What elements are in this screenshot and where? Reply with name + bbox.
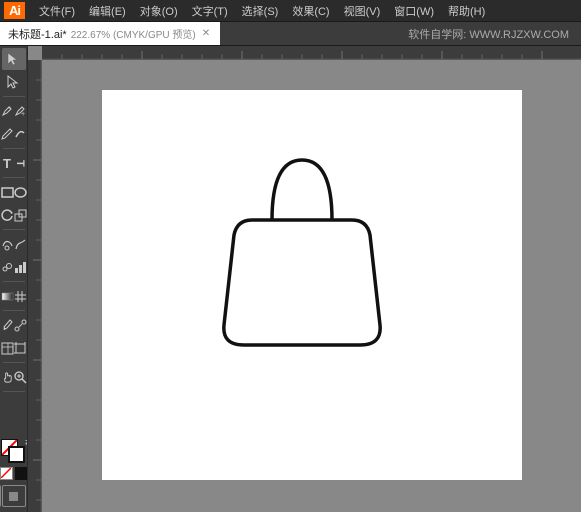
tool-separator-1 bbox=[3, 96, 25, 97]
tool-separator-8 bbox=[3, 391, 25, 392]
tab-close-button[interactable]: ✕ bbox=[200, 28, 212, 39]
screen-mode-normal[interactable] bbox=[0, 485, 1, 507]
tool-pair-gradient bbox=[1, 285, 27, 307]
tool-pair-pencil bbox=[1, 123, 27, 145]
screen-mode-buttons bbox=[0, 485, 28, 510]
tool-pencil[interactable] bbox=[1, 123, 14, 145]
tool-separator-5 bbox=[3, 281, 25, 282]
tab-right-info: 软件自学网: WWW.RJZXW.COM bbox=[396, 22, 581, 45]
artboard bbox=[102, 90, 522, 480]
tool-pair-warp bbox=[1, 233, 27, 255]
tab-detail: 222.67% (CMYK/GPU 预览) bbox=[71, 26, 196, 41]
tool-hand[interactable] bbox=[1, 366, 14, 388]
bag-drawing bbox=[202, 140, 402, 360]
tool-warp[interactable] bbox=[1, 233, 14, 255]
tool-mesh[interactable] bbox=[14, 285, 27, 307]
screen-mode-full-menu[interactable] bbox=[2, 485, 26, 507]
tool-pair-slice bbox=[1, 337, 27, 359]
tool-symbol[interactable] bbox=[1, 256, 14, 278]
tool-rotate[interactable] bbox=[1, 204, 14, 226]
tool-reshape[interactable] bbox=[14, 233, 27, 255]
tool-pen-add[interactable]: + bbox=[14, 100, 27, 122]
tool-zoom[interactable] bbox=[14, 366, 27, 388]
menu-effect[interactable]: 效果(C) bbox=[286, 1, 335, 21]
menu-file[interactable]: 文件(F) bbox=[33, 1, 81, 21]
tool-eyedropper[interactable] bbox=[1, 314, 14, 336]
menu-bar: Ai 文件(F) 编辑(E) 对象(O) 文字(T) 选择(S) 效果(C) 视… bbox=[0, 0, 581, 22]
tool-gradient[interactable] bbox=[1, 285, 14, 307]
tool-pair-symbol bbox=[1, 256, 27, 278]
canvas-area bbox=[28, 46, 581, 512]
tool-separator-2 bbox=[3, 148, 25, 149]
color-boxes[interactable]: ⇄ bbox=[1, 439, 27, 465]
tool-direct-selection[interactable] bbox=[2, 71, 26, 93]
tool-pen[interactable] bbox=[1, 100, 14, 122]
menu-select[interactable]: 选择(S) bbox=[236, 1, 285, 21]
main-area: + T T bbox=[0, 46, 581, 512]
tool-pair-rect bbox=[1, 181, 27, 203]
black-color-button[interactable] bbox=[15, 467, 28, 480]
tool-graph[interactable] bbox=[14, 256, 27, 278]
app-logo: Ai bbox=[4, 2, 25, 19]
tool-artboard[interactable] bbox=[14, 337, 27, 359]
tool-type-vertical[interactable]: T bbox=[14, 152, 27, 174]
color-section: ⇄ bbox=[0, 439, 28, 484]
mini-color-buttons bbox=[0, 467, 28, 480]
tool-pair-type: T T bbox=[1, 152, 27, 174]
tool-type[interactable]: T bbox=[1, 152, 14, 174]
tool-pair-rotate bbox=[1, 204, 27, 226]
tool-selection[interactable] bbox=[2, 48, 26, 70]
tool-separator-3 bbox=[3, 177, 25, 178]
tab-bar: 未标题-1.ai* 222.67% (CMYK/GPU 预览) ✕ 软件自学网:… bbox=[0, 22, 581, 46]
tool-pair-nav bbox=[1, 366, 27, 388]
stroke-color[interactable] bbox=[8, 446, 25, 463]
tool-scale[interactable] bbox=[14, 204, 27, 226]
tool-rectangle[interactable] bbox=[1, 181, 14, 203]
menu-text[interactable]: 文字(T) bbox=[186, 1, 234, 21]
menu-window[interactable]: 窗口(W) bbox=[388, 1, 440, 21]
tab-label: 未标题-1.ai* bbox=[8, 26, 67, 42]
svg-text:+: + bbox=[21, 111, 25, 117]
menu-view[interactable]: 视图(V) bbox=[338, 1, 387, 21]
ruler-left bbox=[28, 60, 42, 512]
tool-blend[interactable] bbox=[14, 314, 27, 336]
menu-edit[interactable]: 编辑(E) bbox=[83, 1, 132, 21]
ruler-top bbox=[42, 46, 581, 60]
tool-pair-pen: + bbox=[1, 100, 27, 122]
tool-separator-4 bbox=[3, 229, 25, 230]
none-color-button[interactable] bbox=[0, 467, 13, 480]
tool-separator-6 bbox=[3, 310, 25, 311]
tool-pair-measure bbox=[1, 314, 27, 336]
tool-ellipse[interactable] bbox=[14, 181, 27, 203]
canvas-inner bbox=[42, 60, 581, 512]
menu-object[interactable]: 对象(O) bbox=[134, 1, 184, 21]
menu-help[interactable]: 帮助(H) bbox=[442, 1, 491, 21]
tab-active[interactable]: 未标题-1.ai* 222.67% (CMYK/GPU 预览) ✕ bbox=[0, 22, 221, 45]
tool-slice[interactable] bbox=[1, 337, 14, 359]
toolbar: + T T bbox=[0, 46, 28, 512]
tool-separator-7 bbox=[3, 362, 25, 363]
tool-smooth[interactable] bbox=[14, 123, 27, 145]
